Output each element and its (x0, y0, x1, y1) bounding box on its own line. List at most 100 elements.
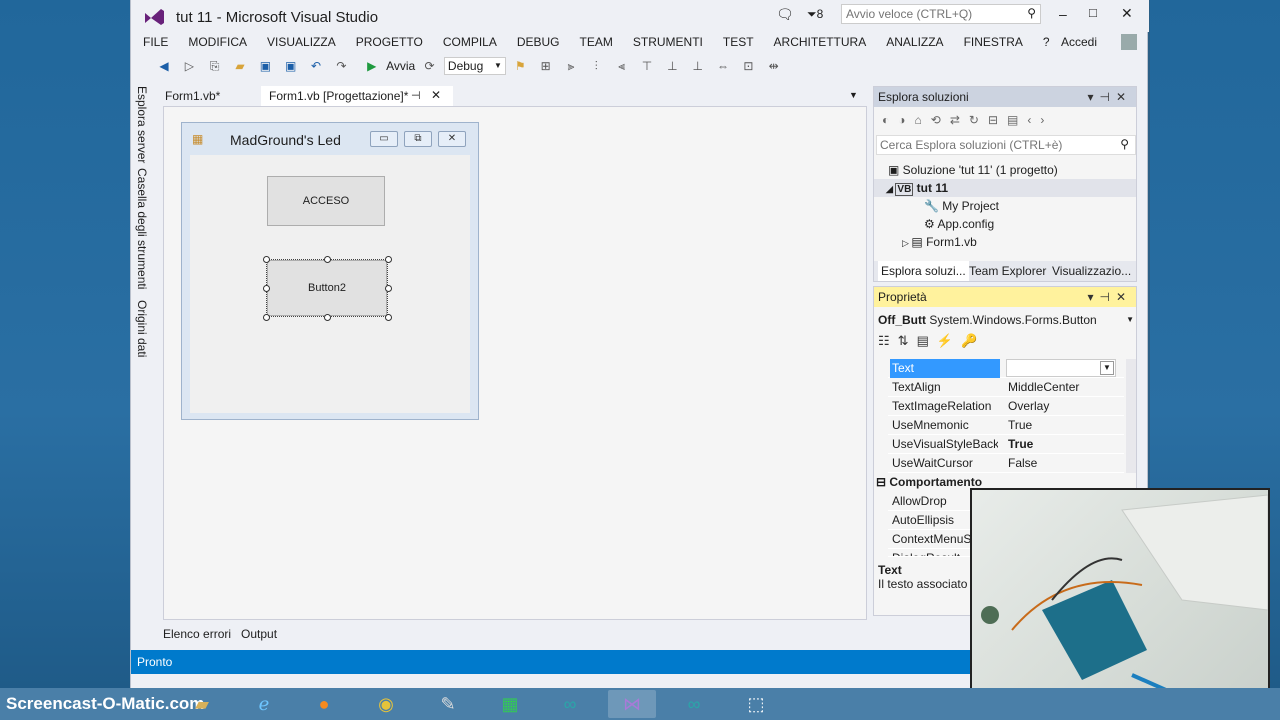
categorized-icon[interactable]: ☷ (878, 333, 898, 348)
form-client-area[interactable]: ACCESO Button2 (190, 155, 470, 413)
menu-file[interactable]: FILE (143, 32, 168, 52)
properties-scrollbar[interactable] (1126, 359, 1136, 473)
back-icon[interactable]: ◀ (156, 58, 172, 74)
find-icon[interactable]: ⚑ (512, 58, 528, 74)
history-icon[interactable]: ⟲ (931, 113, 950, 127)
notepad-icon[interactable]: ✎ (424, 690, 472, 718)
close-tab-icon[interactable]: ✕ (431, 88, 441, 102)
expand-arrow-icon[interactable]: ◢ (886, 184, 895, 194)
resize-handle-se[interactable] (385, 314, 392, 321)
forward-icon[interactable]: ▷ (181, 58, 197, 74)
save-icon[interactable]: ▣ (257, 58, 273, 74)
tree-app-config[interactable]: ⚙ App.config (924, 215, 994, 233)
menu-strumenti[interactable]: STRUMENTI (633, 32, 703, 52)
nav-forward-icon[interactable]: ◑ (898, 113, 914, 127)
resize-handle-e[interactable] (385, 285, 392, 292)
collapse-category-icon[interactable]: ⊟ (876, 475, 889, 489)
pin-icon[interactable]: ⊣ (411, 89, 421, 102)
menu-debug[interactable]: DEBUG (517, 32, 560, 52)
property-value[interactable]: MiddleCenter (1006, 378, 1116, 397)
property-value[interactable]: False (1006, 454, 1116, 473)
tab-dropdown-icon[interactable]: ▼ (849, 90, 858, 100)
resize-handle-sw[interactable] (263, 314, 270, 321)
menu-architettura[interactable]: ARCHITETTURA (774, 32, 867, 52)
alphabetical-icon[interactable]: ⇅ (898, 333, 917, 348)
properties-view-icon[interactable]: ▤ (917, 333, 937, 348)
tree-form1[interactable]: ▷ ▤ Form1.vb (902, 233, 977, 251)
property-pages-icon[interactable]: 🔑 (961, 333, 985, 348)
tree-my-project[interactable]: 🔧 My Project (924, 197, 999, 215)
menu-team[interactable]: TEAM (580, 32, 613, 52)
quick-launch-box[interactable]: ⚲ (841, 4, 1041, 24)
solution-explorer-tab[interactable]: Esplora soluzi... (878, 261, 969, 281)
resize-handle-n[interactable] (324, 256, 331, 263)
maximize-button[interactable]: □ (1089, 5, 1097, 20)
error-list-tab[interactable]: Elenco errori (163, 627, 231, 641)
property-row[interactable]: UseWaitCursor False (888, 454, 1124, 473)
property-value[interactable]: Overlay (1006, 397, 1116, 416)
pane-controls-icon[interactable]: ▾⊣✕ (1087, 287, 1132, 307)
align-grid-icon[interactable]: ⊞ (538, 58, 554, 74)
team-explorer-tab[interactable]: Team Explorer (969, 261, 1046, 281)
resize-handle-s[interactable] (324, 314, 331, 321)
user-avatar-icon[interactable] (1121, 34, 1137, 50)
save-all-icon[interactable]: ▣ (283, 58, 299, 74)
open-file-icon[interactable]: ▰ (232, 58, 248, 74)
property-row[interactable]: TextImageRelation Overlay (888, 397, 1124, 416)
notifications-icon[interactable]: ⏷8 (807, 7, 823, 22)
properties-icon[interactable]: ▤ (1007, 113, 1027, 127)
collapse-all-icon[interactable]: ⊟ (988, 113, 1007, 127)
undo-icon[interactable]: ↶ (308, 58, 324, 74)
button2[interactable]: Button2 (267, 260, 387, 316)
refresh-icon[interactable]: ⟳ (422, 58, 438, 74)
output-tab[interactable]: Output (241, 627, 277, 641)
solution-search-input[interactable] (877, 136, 1097, 154)
data-sources-tab[interactable]: Origini dati (135, 300, 149, 357)
align-middle-icon[interactable]: ⊥ (664, 58, 680, 74)
form-designer-surface[interactable]: ▦ MadGround's Led ▭ ⧉ ✕ ACCESO Button2 (163, 106, 867, 620)
minimize-button[interactable]: – (1059, 6, 1067, 22)
events-lightning-icon[interactable]: ⚡ (937, 333, 961, 348)
chrome-icon[interactable]: ◉ (362, 690, 410, 718)
close-button[interactable]: ✕ (1121, 5, 1133, 22)
property-row[interactable]: UseVisualStyleBackC True (888, 435, 1124, 454)
arduino-icon[interactable]: ∞ (670, 690, 718, 718)
file-explorer-icon[interactable]: ▰ (178, 690, 226, 718)
tab-form1-code[interactable]: Form1.vb* (157, 86, 228, 106)
property-row[interactable]: UseMnemonic True (888, 416, 1124, 435)
store-icon[interactable]: ▦ (486, 690, 534, 718)
internet-explorer-icon[interactable]: ℯ (240, 690, 288, 718)
feedback-icon[interactable]: 🗨 (776, 6, 794, 23)
property-row-text[interactable]: Text ▼ (888, 359, 1124, 378)
start-debug-icon[interactable]: ▶ (364, 58, 380, 74)
firefox-icon[interactable]: ● (300, 690, 348, 718)
designed-form[interactable]: ▦ MadGround's Led ▭ ⧉ ✕ ACCESO Button2 (181, 122, 479, 420)
align-top-icon[interactable]: ⊤ (639, 58, 655, 74)
toolbox-tab[interactable]: Casella degli strumenti (135, 168, 149, 289)
menu-compila[interactable]: COMPILA (443, 32, 497, 52)
tree-solution[interactable]: ▣ Soluzione 'tut 11' (1 progetto) (888, 161, 1058, 179)
solution-config-dropdown[interactable]: Debug ▼ (443, 57, 506, 75)
code-view-icon[interactable]: ‹› (1027, 113, 1053, 127)
start-button-label[interactable]: Avvia (386, 54, 415, 78)
visual-studio-taskbar-icon[interactable]: ⋈ (608, 690, 656, 718)
redo-icon[interactable]: ↷ (333, 58, 349, 74)
object-selector[interactable]: Off_Butt System.Windows.Forms.Button ▼ (878, 311, 1134, 329)
tree-project[interactable]: ◢ VB tut 11 (874, 179, 1136, 197)
acceso-button[interactable]: ACCESO (267, 176, 385, 226)
menu-help[interactable]: ? (1043, 32, 1050, 52)
sync-icon[interactable]: ⇄ (950, 113, 969, 127)
align-center-icon[interactable]: ⫶ (588, 58, 604, 74)
resize-handle-ne[interactable] (385, 256, 392, 263)
align-right-icon[interactable]: ⫷ (614, 58, 630, 74)
solution-search-box[interactable]: ⚲ (876, 135, 1136, 155)
signin-link[interactable]: Accedi (1061, 32, 1097, 52)
size-grid-icon[interactable]: ⊡ (740, 58, 756, 74)
menu-analizza[interactable]: ANALIZZA (886, 32, 943, 52)
search-icon[interactable]: ⚲ (1027, 6, 1036, 20)
home-icon[interactable]: ⌂ (915, 113, 931, 127)
server-explorer-tab[interactable]: Esplora server (135, 86, 149, 163)
nav-back-icon[interactable]: ◐ (882, 113, 898, 127)
property-value[interactable]: True (1006, 435, 1116, 454)
pane-controls-icon[interactable]: ▾⊣✕ (1087, 87, 1132, 107)
